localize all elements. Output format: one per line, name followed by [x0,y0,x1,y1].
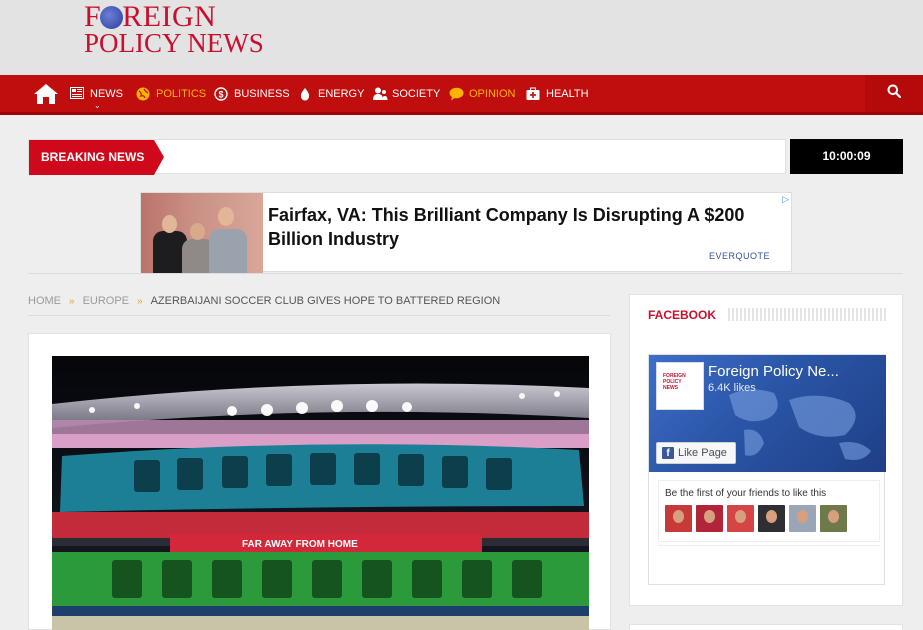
breadcrumb-divider [28,315,610,316]
sidebar-widget-next [629,624,903,630]
medkit-icon [526,87,540,101]
avatar[interactable] [820,505,847,532]
chevron-right-icon: » [69,295,75,307]
facebook-plugin-footer [658,545,880,575]
facebook-page-name[interactable]: Foreign Policy Ne... [708,363,839,380]
facebook-icon: f [662,447,674,459]
facebook-page-plugin: FOREIGN POLICY NEWS Foreign Policy Ne... … [648,354,886,585]
avatar[interactable] [696,505,723,532]
breaking-news-label: BREAKING NEWS [29,140,154,175]
nav-item-opinion[interactable]: OPINION [449,75,515,112]
nav-item-energy[interactable]: ENERGY [298,75,364,112]
nav-item-business[interactable]: $ BUSINESS [214,75,290,112]
nav-label: ENERGY [318,87,365,100]
nav-item-society[interactable]: SOCIETY [372,75,440,112]
friends-faces [665,505,847,532]
avatar[interactable] [727,505,754,532]
facebook-like-count: 6.4K likes [708,382,756,394]
widget-title: FACEBOOK [648,308,717,322]
facebook-friends-box: Be the first of your friends to like thi… [658,480,880,542]
logo-line-2: POLICY NEWS [84,28,264,58]
search-icon [887,84,902,103]
chevron-right-icon: » [137,295,143,307]
speech-bubble-icon [449,87,464,101]
main-nav: NEWS ⌄ POLITICS $ BUSINESS ENERGY SOCIET… [0,75,923,115]
logo-line-1: F REIGN [84,0,217,33]
friends-text: Be the first of your friends to like thi… [665,488,827,499]
facebook-widget: FACEBOOK FOREIGN POLICY NEWS Foreign Poli… [629,294,903,606]
svg-text:$: $ [218,89,223,99]
avatar[interactable] [789,505,816,532]
breaking-news-ticker[interactable]: BREAKING NEWS [28,139,786,175]
adchoices-icon[interactable]: ▷ [782,194,789,205]
nav-label: HEALTH [546,87,589,100]
nav-item-health[interactable]: HEALTH [526,75,589,112]
article-card: FAR AWAY FROM HOME [28,333,611,630]
like-page-button[interactable]: f Like Page [656,442,736,464]
nav-label: NEWS [90,87,123,100]
newspaper-icon [70,86,84,101]
drop-icon [298,87,312,101]
globe-icon [100,6,124,29]
home-icon[interactable] [33,83,59,105]
dollar-icon: $ [214,86,228,101]
facebook-page-avatar[interactable]: FOREIGN POLICY NEWS [656,362,704,410]
chevron-down-icon: ⌄ [94,101,101,110]
search-button[interactable] [865,75,923,112]
breadcrumb-current: AZERBAIJANI SOCCER CLUB GIVES HOPE TO BA… [150,295,501,307]
nav-item-politics[interactable]: POLITICS [136,75,206,112]
site-header: F REIGN POLICY NEWS [0,0,923,75]
breaking-arrow-shape [154,140,164,175]
ad-photo [141,193,263,273]
facebook-cover-image[interactable]: FOREIGN POLICY NEWS Foreign Policy Ne... … [649,355,886,472]
section-divider [28,273,903,274]
nav-label: SOCIETY [392,87,441,100]
widget-title-decoration [728,308,886,321]
stadium-illustration: FAR AWAY FROM HOME [52,356,589,630]
nav-label: OPINION [469,87,516,100]
breadcrumb: HOME » EUROPE » AZERBAIJANI SOCCER CLUB … [28,294,500,308]
advertisement-banner[interactable]: Fairfax, VA: This Brilliant Company Is D… [140,192,792,273]
article-photo[interactable]: FAR AWAY FROM HOME [52,356,589,630]
photo-banner-text: FAR AWAY FROM HOME [242,539,358,550]
ad-brand-logo: EVERQUOTE [709,251,771,261]
site-logo[interactable]: F REIGN POLICY NEWS [84,0,264,58]
clock: 10:00:09 [790,139,903,174]
people-icon [372,87,388,101]
nav-label: POLITICS [156,87,207,100]
ad-headline: Fairfax, VA: This Brilliant Company Is D… [268,205,745,249]
avatar[interactable] [758,505,785,532]
nav-label: BUSINESS [234,87,290,100]
nav-item-news[interactable]: NEWS ⌄ [70,75,123,112]
avatar[interactable] [665,505,692,532]
globe-icon [136,87,150,101]
breadcrumb-europe[interactable]: EUROPE [83,295,129,307]
breadcrumb-home[interactable]: HOME [28,295,61,307]
like-page-label: Like Page [678,447,727,459]
